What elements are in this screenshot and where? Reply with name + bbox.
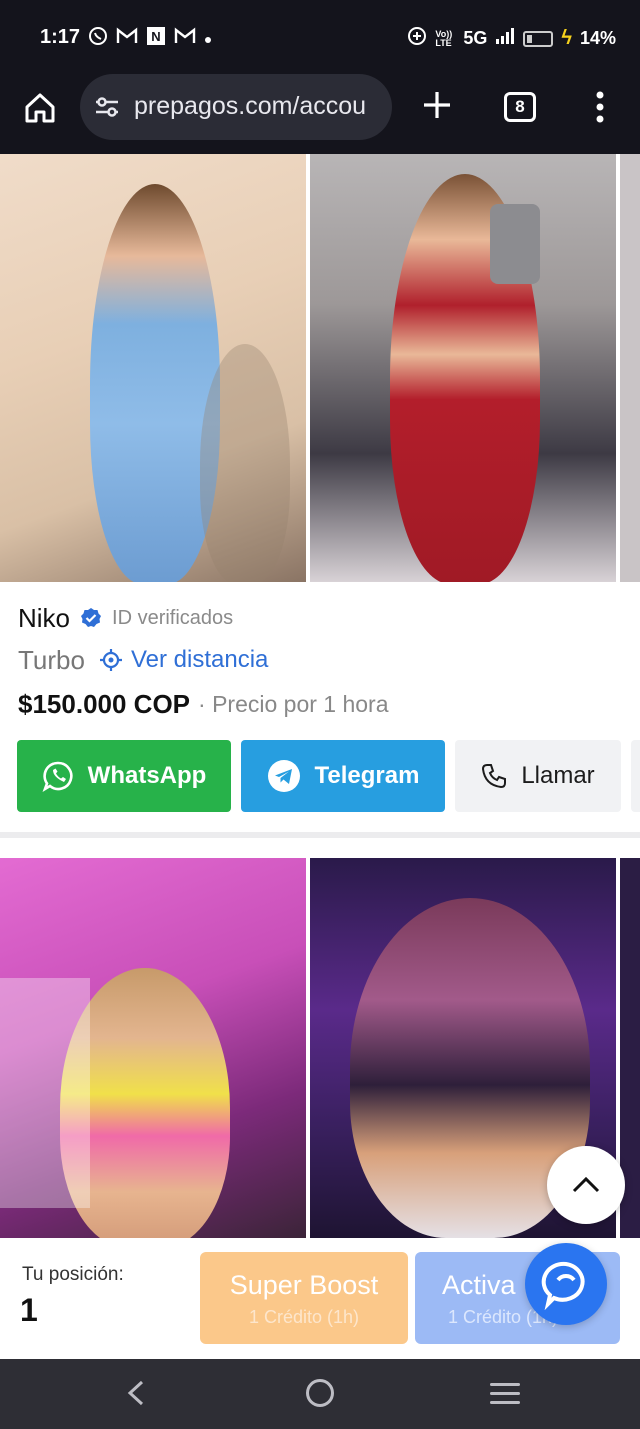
contact-buttons: WhatsApp Telegram Llamar — [17, 740, 640, 812]
gmail-notification-icon — [116, 27, 138, 50]
listing-info: Niko ID verificados Turbo Ver distancia … — [18, 598, 628, 726]
plus-icon — [424, 92, 450, 118]
site-settings-icon[interactable] — [94, 94, 120, 120]
super-boost-label: Super Boost — [229, 1270, 379, 1300]
call-button[interactable]: Llamar — [455, 740, 621, 812]
status-bar: 1:17 N Vo)) LTE 5G ϟ 14% — [0, 0, 640, 74]
listing-divider — [0, 832, 640, 838]
battery-percent: 14% — [579, 28, 616, 48]
photo-shelf — [0, 978, 90, 1208]
position-label: Tu posición: — [22, 1264, 124, 1285]
signal-icon — [495, 27, 515, 50]
whatsapp-label: WhatsApp — [87, 762, 207, 789]
verified-badge-icon — [81, 608, 102, 627]
call-label: Llamar — [521, 762, 595, 789]
profile-photo[interactable] — [0, 154, 306, 582]
whatsapp-icon — [42, 761, 73, 792]
photo-shadow — [200, 344, 290, 582]
url-text: prepagos.com/accou — [134, 92, 367, 120]
chevron-up-icon — [572, 1176, 600, 1193]
phone-icon — [482, 764, 507, 789]
profile-photo[interactable] — [310, 154, 616, 582]
svg-text:N: N — [151, 29, 160, 44]
price-note: · Precio por 1 hora — [198, 690, 389, 717]
back-button[interactable] — [124, 1379, 146, 1412]
listing-name[interactable]: Niko — [18, 603, 70, 634]
view-distance-label: Ver distancia — [130, 646, 269, 673]
telegram-label: Telegram — [314, 762, 420, 789]
location-target-icon — [99, 649, 122, 671]
tab-switcher-button[interactable]: 8 — [504, 92, 536, 122]
photo-carousel-2[interactable] — [0, 858, 640, 1238]
address-bar[interactable]: prepagos.com/accou — [80, 74, 392, 140]
system-indicators: Vo)) LTE 5G ϟ 14% — [407, 26, 616, 51]
scroll-to-top-button[interactable] — [547, 1146, 625, 1224]
data-saver-icon — [407, 26, 427, 51]
back-chevron-icon — [127, 1380, 144, 1406]
news-notification-icon: N — [146, 26, 166, 51]
photo-subject — [90, 184, 220, 582]
recents-button[interactable] — [490, 1383, 520, 1410]
whatsapp-notification-icon — [88, 26, 108, 51]
more-contact-button-partial[interactable] — [631, 740, 640, 812]
menu-line-icon — [490, 1401, 520, 1404]
network-type: 5G — [463, 28, 488, 48]
status-time: 1:17 — [40, 26, 81, 48]
super-boost-cost: 1 Crédito (1h) — [248, 1307, 360, 1327]
verified-label: ID verificados — [112, 606, 234, 629]
volte-indicator: Vo)) LTE — [435, 28, 453, 48]
notification-icons: N — [88, 26, 212, 51]
battery-icon — [523, 30, 554, 47]
home-button[interactable] — [22, 90, 58, 126]
whatsapp-button[interactable]: WhatsApp — [17, 740, 231, 812]
new-tab-button[interactable] — [420, 88, 454, 122]
view-distance-link[interactable]: Ver distancia — [99, 646, 268, 674]
menu-line-icon — [490, 1383, 520, 1386]
phone-in-photo — [490, 204, 540, 284]
browser-toolbar: prepagos.com/accou 8 — [0, 74, 640, 154]
menu-line-icon — [490, 1392, 520, 1395]
listing-tier: Turbo — [18, 644, 85, 675]
charging-icon: ϟ — [561, 27, 572, 49]
more-notifications-dot-icon — [204, 28, 212, 49]
chat-button[interactable] — [525, 1243, 607, 1325]
telegram-icon — [267, 760, 300, 792]
more-vert-icon — [596, 91, 604, 123]
home-nav-button[interactable] — [306, 1379, 334, 1407]
listing-price: $150.000 COP — [18, 688, 191, 719]
system-nav-bar — [0, 1359, 640, 1429]
profile-photo-partial[interactable] — [620, 154, 640, 582]
gmail-notification-icon-2 — [174, 27, 196, 50]
position-value: 1 — [20, 1292, 38, 1328]
telegram-button[interactable]: Telegram — [241, 740, 445, 812]
browser-menu-button[interactable] — [590, 90, 610, 124]
photo-carousel[interactable] — [0, 154, 640, 582]
profile-photo[interactable] — [0, 858, 306, 1238]
home-icon — [25, 93, 55, 123]
super-boost-button[interactable]: Super Boost 1 Crédito (1h) — [200, 1252, 408, 1344]
chat-bubble-icon — [541, 1261, 585, 1310]
